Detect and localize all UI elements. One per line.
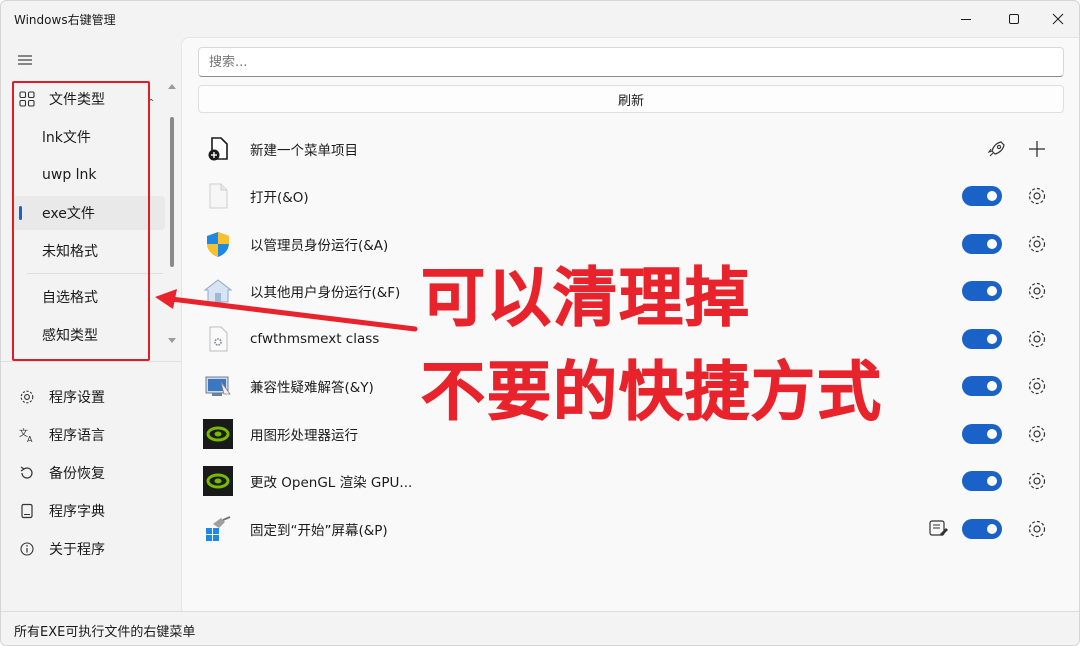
nav-item-exe[interactable]: exe文件 — [13, 196, 165, 230]
new-item-row[interactable]: 新建一个菜单项目 — [198, 126, 1064, 172]
close-icon — [1052, 13, 1064, 25]
blank-file-icon — [202, 180, 234, 212]
annotation-text-line2: 不要的快捷方式 — [421, 356, 883, 431]
compat-troubleshoot-icon — [202, 370, 234, 402]
menu-item-row: 固定到“开始”屏幕(&P) — [198, 506, 1064, 552]
nav-item-label: uwp lnk — [42, 167, 97, 183]
selection-indicator — [19, 206, 22, 220]
nav-item-custom-format[interactable]: 自选格式 — [13, 280, 165, 314]
nav-item-label: 程序字典 — [49, 504, 105, 520]
edit-list-icon[interactable] — [928, 518, 950, 540]
gear-icon — [17, 387, 37, 407]
nav-item-program-settings[interactable]: 程序设置 — [13, 380, 165, 414]
nav-item-backup-restore[interactable]: 备份恢复 — [13, 456, 165, 490]
nvidia-icon — [202, 418, 234, 450]
gear-icon[interactable] — [1026, 518, 1048, 540]
menu-item-label: 打开(&O) — [250, 190, 309, 206]
new-file-icon — [202, 133, 234, 165]
nav-item-label: 备份恢复 — [49, 466, 105, 482]
menu-item-label: 用图形处理器运行 — [250, 428, 358, 444]
nav-item-lnk[interactable]: lnk文件 — [13, 120, 165, 154]
refresh-button[interactable]: 刷新 — [198, 85, 1064, 113]
gear-icon[interactable] — [1026, 280, 1048, 302]
uac-shield-icon — [202, 228, 234, 260]
maximize-button[interactable] — [991, 1, 1037, 37]
gear-icon[interactable] — [1026, 375, 1048, 397]
minimize-button[interactable] — [943, 1, 989, 37]
search-input[interactable] — [198, 47, 1064, 77]
rocket-icon[interactable] — [986, 138, 1008, 160]
divider — [27, 273, 163, 274]
divider — [1, 361, 181, 362]
nav-item-label: exe文件 — [42, 206, 95, 222]
menu-item-label: 以管理员身份运行(&A) — [250, 238, 389, 254]
nav-item-unknown-format[interactable]: 未知格式 — [13, 234, 165, 268]
nav-item-label: 感知类型 — [42, 328, 98, 344]
nav-item-label: 未知格式 — [42, 244, 98, 260]
pin-start-icon — [202, 513, 234, 545]
menu-item-row: 更改 OpenGL 渲染 GPU... — [198, 458, 1064, 504]
nav-item-label: lnk文件 — [42, 130, 91, 146]
nav-item-program-language[interactable]: 文A 程序语言 — [13, 418, 165, 452]
hamburger-menu-button[interactable] — [15, 50, 35, 70]
enable-toggle[interactable] — [962, 281, 1002, 301]
language-icon: 文A — [17, 425, 37, 445]
enable-toggle[interactable] — [962, 234, 1002, 254]
nav-item-label: 程序设置 — [49, 390, 105, 406]
app-window: Windows右键管理 文件类型 ⌃ lnk文件 uwp lnk exe文件 未… — [0, 0, 1080, 646]
window-title: Windows右键管理 — [14, 13, 116, 27]
maximize-icon — [1009, 14, 1019, 24]
enable-toggle[interactable] — [962, 376, 1002, 396]
gear-icon[interactable] — [1026, 185, 1048, 207]
hamburger-icon — [18, 55, 32, 65]
nvidia-icon — [202, 465, 234, 497]
menu-item-row: 打开(&O) — [198, 173, 1064, 219]
scroll-down-icon[interactable] — [167, 337, 177, 345]
nav-item-about[interactable]: 关于程序 — [13, 532, 165, 566]
nav-item-label: 程序语言 — [49, 428, 105, 444]
scroll-up-icon[interactable] — [167, 83, 177, 91]
minimize-icon — [961, 19, 971, 20]
svg-text:A: A — [27, 435, 33, 443]
nav-item-label: 关于程序 — [49, 542, 105, 558]
nav-group-file-types[interactable]: 文件类型 — [13, 82, 165, 116]
enable-toggle[interactable] — [962, 424, 1002, 444]
scrollbar-thumb[interactable] — [170, 117, 174, 267]
enable-toggle[interactable] — [962, 519, 1002, 539]
nav-group-label: 文件类型 — [49, 92, 105, 108]
menu-item-label: 更改 OpenGL 渲染 GPU... — [250, 475, 413, 491]
add-icon[interactable] — [1026, 138, 1048, 160]
menu-item-label: 固定到“开始”屏幕(&P) — [250, 523, 388, 539]
restore-icon — [17, 463, 37, 483]
nav-item-uwp-lnk[interactable]: uwp lnk — [13, 158, 165, 192]
nav-item-dictionary[interactable]: 程序字典 — [13, 494, 165, 528]
nav-item-perceived-type[interactable]: 感知类型 — [13, 318, 165, 352]
dictionary-icon — [17, 501, 37, 521]
title-bar: Windows右键管理 — [1, 1, 1079, 37]
enable-toggle[interactable] — [962, 471, 1002, 491]
grid-icon — [17, 89, 37, 109]
info-icon — [17, 539, 37, 559]
new-item-label: 新建一个菜单项目 — [250, 143, 358, 159]
nav-item-label: 自选格式 — [42, 290, 98, 306]
annotation-arrow — [155, 289, 418, 332]
gear-icon[interactable] — [1026, 470, 1048, 492]
gear-icon[interactable] — [1026, 328, 1048, 350]
gear-icon[interactable] — [1026, 423, 1048, 445]
annotation-text-line1: 可以清理掉 — [421, 262, 751, 337]
menu-item-label: 兼容性疑难解答(&Y) — [250, 380, 374, 396]
close-button[interactable] — [1035, 1, 1079, 37]
enable-toggle[interactable] — [962, 329, 1002, 349]
status-bar: 所有EXE可执行文件的右键菜单 — [1, 611, 1079, 645]
chevron-up-icon[interactable]: ⌃ — [147, 98, 155, 109]
gear-icon[interactable] — [1026, 233, 1048, 255]
enable-toggle[interactable] — [962, 186, 1002, 206]
